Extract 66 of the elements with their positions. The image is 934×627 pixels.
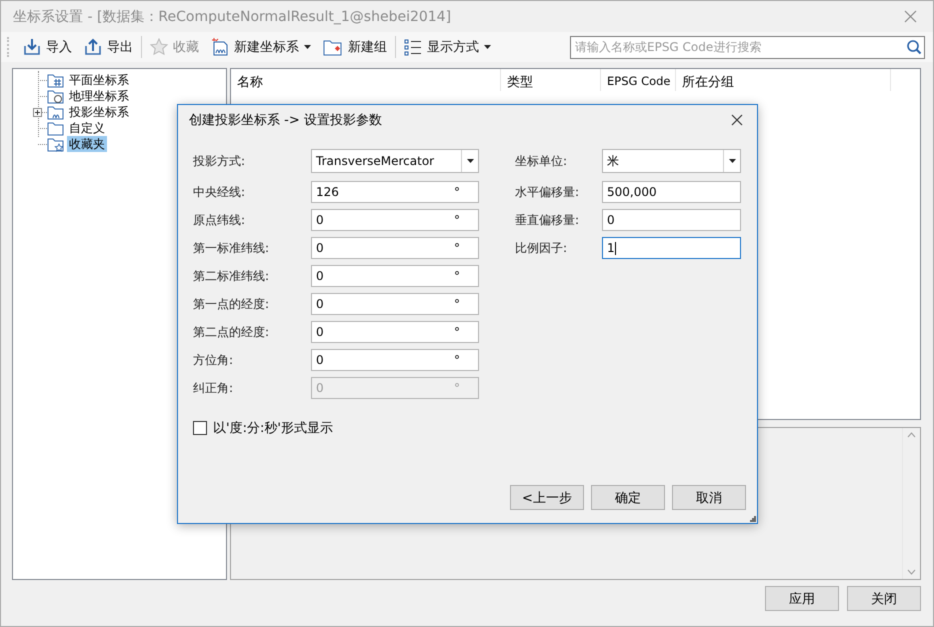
field-label: 坐标单位: (515, 152, 568, 170)
field-label: 垂直偏移量: (515, 212, 580, 228)
input-field[interactable]: 0 ° (311, 349, 479, 371)
field-label: 第一点的经度: (193, 296, 270, 312)
field-label: 水平偏移量: (515, 184, 580, 200)
field-label: 投影方式: (193, 152, 246, 170)
toolbar-button[interactable]: 导出 (78, 34, 139, 60)
input-field[interactable]: 0 ° (311, 293, 479, 315)
tree-item[interactable]: 地理坐标系 (67, 88, 131, 104)
dropdown-caret-icon (728, 159, 736, 163)
resize-grip-icon (749, 515, 756, 522)
column-header[interactable]: 所在分组 (676, 69, 891, 91)
import-icon (23, 38, 41, 56)
input-field[interactable]: 1 (602, 237, 741, 259)
search-field[interactable]: 请输入名称或EPSG Code进行搜索 (570, 36, 925, 58)
field-label: 第一标准纬线: (193, 240, 270, 256)
tree-item[interactable]: 平面坐标系 (67, 72, 131, 88)
search-icon[interactable] (906, 38, 922, 54)
folder-icon (47, 72, 64, 88)
export-icon (84, 38, 102, 56)
dialog-button[interactable]: 确定 (591, 485, 665, 510)
folder-icon (47, 136, 64, 152)
expand-toggle[interactable] (33, 108, 42, 117)
close-icon[interactable] (731, 114, 743, 126)
column-header[interactable]: 类型 (501, 69, 601, 91)
toolbar-button[interactable]: 显示方式 (398, 34, 497, 60)
field-label: 纠正角: (193, 380, 234, 396)
input-field[interactable]: 0 ° (311, 321, 479, 343)
field-label: 第二标准纬线: (193, 268, 270, 284)
tree-item[interactable]: 投影坐标系 (67, 104, 131, 120)
folder-icon (47, 88, 64, 104)
column-header[interactable]: 名称 (231, 69, 501, 91)
column-header[interactable]: EPSG Code (601, 69, 676, 91)
tree-item[interactable]: 收藏夹 (67, 136, 107, 152)
dialog-button[interactable]: <上一步 (510, 485, 584, 510)
toolbar-button[interactable]: 新建组 (317, 34, 393, 60)
folder-icon (47, 120, 64, 136)
list-icon (404, 38, 422, 56)
checkbox[interactable] (193, 421, 207, 435)
field-label: 方位角: (193, 352, 234, 368)
toolbar-button[interactable]: 新建坐标系 (205, 34, 317, 60)
toolbar-button[interactable]: 导入 (17, 34, 78, 60)
new-document-icon (211, 38, 229, 56)
input-field[interactable]: 0 ° (311, 265, 479, 287)
dropdown-field[interactable]: 米 (602, 149, 741, 173)
dropdown-field[interactable]: TransverseMercator (311, 149, 479, 173)
input-field[interactable]: 0 ° (311, 209, 479, 231)
input-field[interactable]: 126 ° (311, 181, 479, 203)
dropdown-caret-icon (466, 159, 474, 163)
footer-button[interactable]: 应用 (765, 586, 839, 611)
field-label: 第二点的经度: (193, 324, 270, 340)
checkbox-label[interactable]: 以'度:分:秒'形式显示 (213, 419, 333, 437)
new-folder-icon (323, 38, 343, 56)
dialog-title: 创建投影坐标系 -> 设置投影参数 (189, 112, 382, 129)
window-title: 坐标系设置 - [数据集：ReComputeNormalResult_1@shebei2014] (13, 8, 452, 26)
input-field[interactable]: 0 (602, 209, 741, 231)
footer-button[interactable]: 关闭 (847, 586, 921, 611)
tree-item[interactable]: 自定义 (67, 120, 107, 136)
input-field[interactable]: 500,000 (602, 181, 741, 203)
dialog-button[interactable]: 取消 (672, 485, 746, 510)
folder-icon (47, 104, 64, 120)
input-field[interactable]: 0 ° (311, 237, 479, 259)
star-icon (150, 38, 168, 56)
field-label: 中央经线: (193, 184, 246, 200)
field-label: 比例因子: (515, 240, 568, 256)
field-label: 原点纬线: (193, 212, 246, 228)
